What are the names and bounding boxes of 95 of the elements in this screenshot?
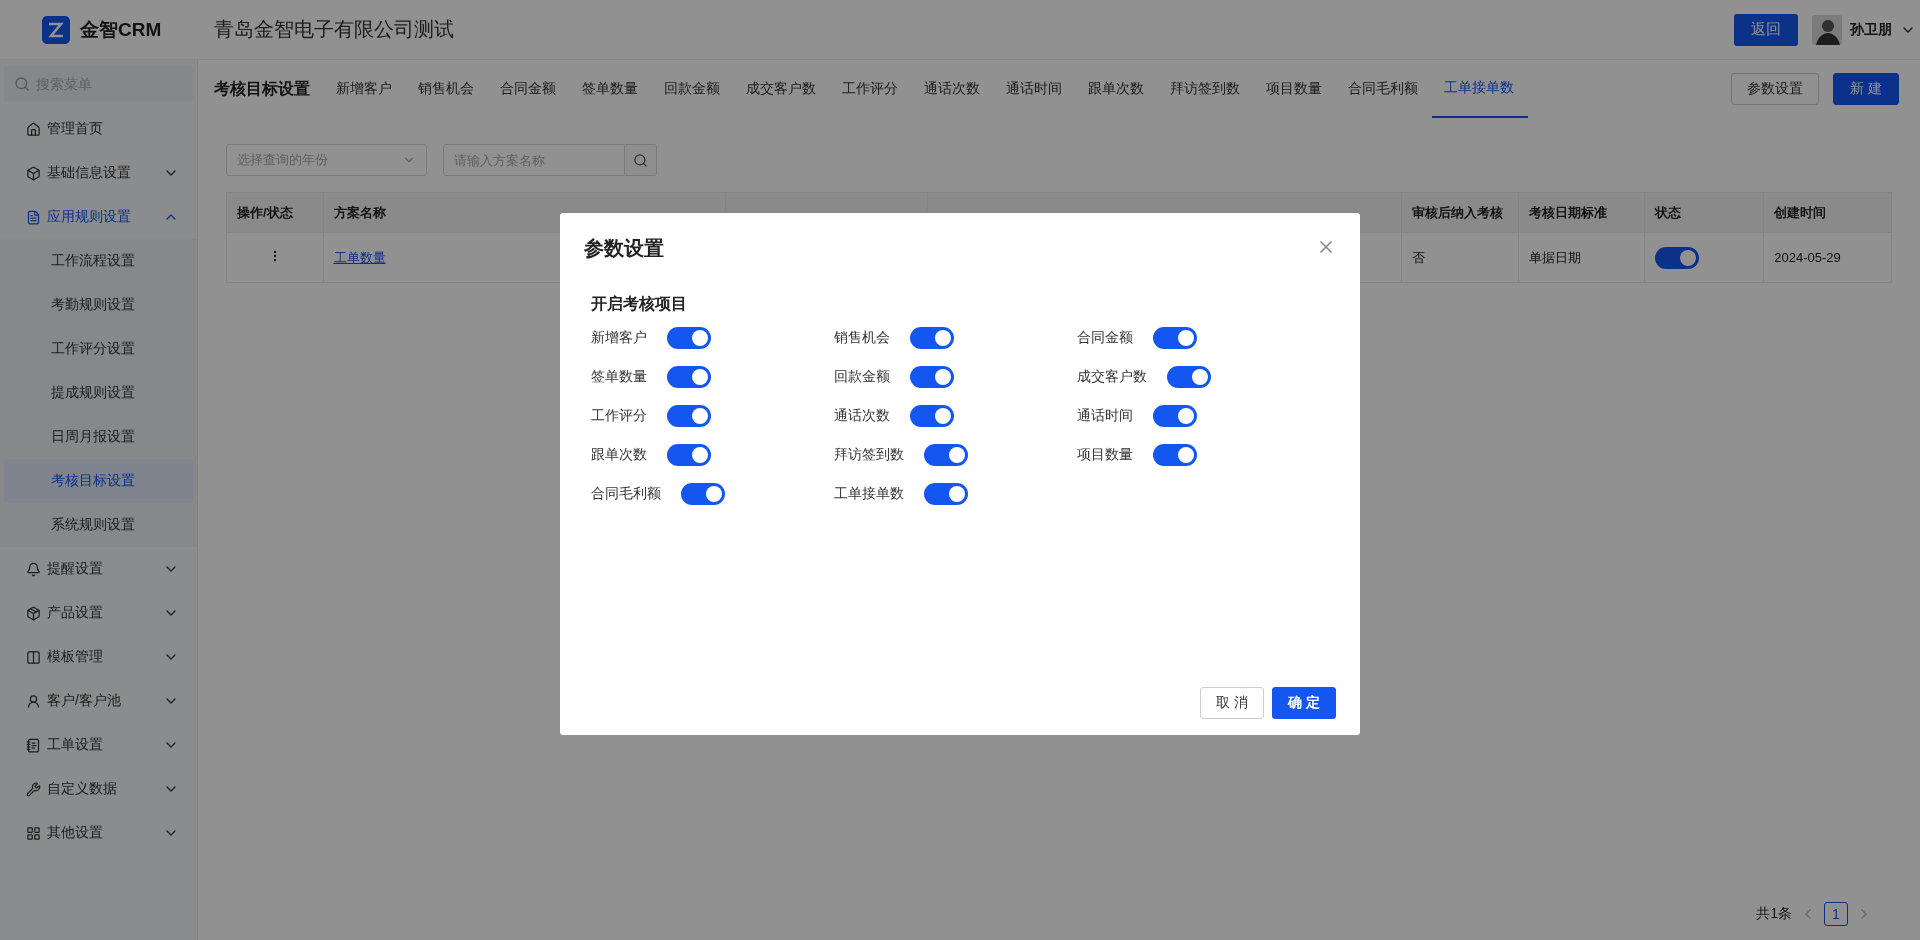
plan-link[interactable]: 工单数量 bbox=[333, 249, 386, 265]
tab[interactable]: 销售机会 bbox=[406, 60, 488, 118]
tab[interactable]: 成交客户数 bbox=[734, 60, 830, 118]
tab[interactable]: 项目数量 bbox=[1254, 60, 1336, 118]
submenu-item[interactable]: 工作流程设置 bbox=[4, 239, 193, 283]
table-cell: 否 bbox=[1401, 232, 1519, 283]
page-button[interactable]: 1 bbox=[1824, 902, 1848, 926]
menu-item[interactable]: 其他设置 bbox=[4, 811, 193, 855]
option-toggle[interactable] bbox=[1153, 405, 1197, 427]
section-title: 开启考核项目 bbox=[591, 294, 688, 314]
option-toggle[interactable] bbox=[667, 444, 711, 466]
column-header: 状态 bbox=[1644, 192, 1764, 233]
option-label: 通话次数 bbox=[834, 407, 890, 425]
cube-icon bbox=[26, 605, 41, 621]
new-button[interactable]: 新 建 bbox=[1833, 73, 1899, 105]
column-header: 创建时间 bbox=[1763, 192, 1892, 233]
menu-item[interactable]: 工单设置 bbox=[4, 723, 193, 767]
option-label: 跟单次数 bbox=[591, 446, 647, 464]
option-label: 新增客户 bbox=[591, 329, 647, 347]
option-toggle[interactable] bbox=[1167, 366, 1211, 388]
tab[interactable]: 通话次数 bbox=[912, 60, 994, 118]
user-name[interactable]: 孙卫朋 bbox=[1850, 20, 1892, 39]
tab[interactable]: 通话时间 bbox=[994, 60, 1076, 118]
menu-item[interactable]: 自定义数据 bbox=[4, 767, 193, 811]
logo-icon bbox=[42, 15, 70, 44]
option-toggle[interactable] bbox=[1153, 444, 1197, 466]
cancel-button[interactable]: 取 消 bbox=[1200, 687, 1264, 719]
dialog-title: 参数设置 bbox=[584, 236, 664, 261]
status-toggle[interactable] bbox=[1654, 246, 1699, 269]
menu-item[interactable]: 产品设置 bbox=[4, 591, 193, 635]
brand-name: 金智CRM bbox=[80, 17, 162, 42]
submenu-item[interactable]: 提成规则设置 bbox=[4, 371, 193, 415]
menu-item[interactable]: 应用规则设置 bbox=[4, 195, 193, 239]
option-toggle[interactable] bbox=[667, 405, 711, 427]
option-label: 工作评分 bbox=[591, 407, 647, 425]
option-label: 通话时间 bbox=[1077, 407, 1133, 425]
wrench-icon bbox=[26, 781, 41, 797]
option-label: 合同金额 bbox=[1077, 329, 1133, 347]
option-toggle[interactable] bbox=[924, 483, 968, 505]
menu-item[interactable]: 管理首页 bbox=[4, 107, 193, 151]
tab[interactable]: 合同毛利额 bbox=[1336, 60, 1432, 118]
option-label: 工单接单数 bbox=[834, 485, 904, 503]
table-cell: 单据日期 bbox=[1518, 232, 1645, 283]
option-toggle[interactable] bbox=[1153, 327, 1197, 349]
search-button[interactable] bbox=[625, 144, 657, 176]
submenu-item[interactable]: 工作评分设置 bbox=[4, 327, 193, 371]
column-header: 审核后纳入考核 bbox=[1401, 192, 1519, 233]
tab[interactable]: 工作评分 bbox=[830, 60, 912, 118]
cube-icon bbox=[26, 165, 41, 181]
tab[interactable]: 签单数量 bbox=[570, 60, 652, 118]
menu-item[interactable]: 基础信息设置 bbox=[4, 151, 193, 195]
menu-item[interactable]: 提醒设置 bbox=[4, 547, 193, 591]
submenu-item[interactable]: 考核目标设置 bbox=[4, 459, 193, 503]
option-toggle[interactable] bbox=[681, 483, 725, 505]
table-cell: 2024-05-29 bbox=[1763, 232, 1892, 283]
tab[interactable]: 拜访签到数 bbox=[1158, 60, 1254, 118]
confirm-button[interactable]: 确 定 bbox=[1272, 687, 1336, 719]
bell-icon bbox=[26, 561, 41, 577]
option-label: 回款金额 bbox=[834, 368, 890, 386]
option-toggle[interactable] bbox=[910, 405, 954, 427]
notebook-icon bbox=[26, 737, 41, 753]
option-label: 销售机会 bbox=[834, 329, 890, 347]
option-toggle[interactable] bbox=[910, 327, 954, 349]
submenu-item[interactable]: 日周月报设置 bbox=[4, 415, 193, 459]
back-button[interactable]: 返回 bbox=[1734, 13, 1798, 46]
layout-icon bbox=[26, 649, 41, 665]
option-label: 拜访签到数 bbox=[834, 446, 904, 464]
company-name: 青岛金智电子有限公司测试 bbox=[214, 17, 455, 42]
tab[interactable]: 合同金额 bbox=[488, 60, 570, 118]
option-label: 合同毛利额 bbox=[591, 485, 661, 503]
document-icon bbox=[26, 209, 41, 225]
search-icon bbox=[633, 152, 648, 168]
tab[interactable]: 新增客户 bbox=[324, 60, 406, 118]
option-toggle[interactable] bbox=[910, 366, 954, 388]
option-toggle[interactable] bbox=[924, 444, 968, 466]
page-title: 考核目标设置 bbox=[214, 78, 310, 99]
grid-icon bbox=[26, 825, 41, 841]
option-label: 项目数量 bbox=[1077, 446, 1133, 464]
menu-item[interactable]: 客户/客户池 bbox=[4, 679, 193, 723]
settings-button[interactable]: 参数设置 bbox=[1731, 73, 1819, 105]
column-header: 考核日期标准 bbox=[1518, 192, 1645, 233]
menu-item[interactable]: 模板管理 bbox=[4, 635, 193, 679]
option-label: 签单数量 bbox=[591, 368, 647, 386]
total-count: 共1条 bbox=[1756, 905, 1792, 923]
column-header: 操作/状态 bbox=[226, 192, 323, 233]
submenu-item[interactable]: 系统规则设置 bbox=[4, 503, 193, 547]
tab[interactable]: 回款金额 bbox=[652, 60, 734, 118]
option-label: 成交客户数 bbox=[1077, 368, 1147, 386]
search-icon bbox=[14, 76, 30, 92]
option-toggle[interactable] bbox=[667, 366, 711, 388]
home-icon bbox=[26, 121, 41, 137]
option-toggle[interactable] bbox=[667, 327, 711, 349]
user-icon bbox=[26, 693, 41, 709]
tab[interactable]: 跟单次数 bbox=[1076, 60, 1158, 118]
submenu-item[interactable]: 考勤规则设置 bbox=[4, 283, 193, 327]
